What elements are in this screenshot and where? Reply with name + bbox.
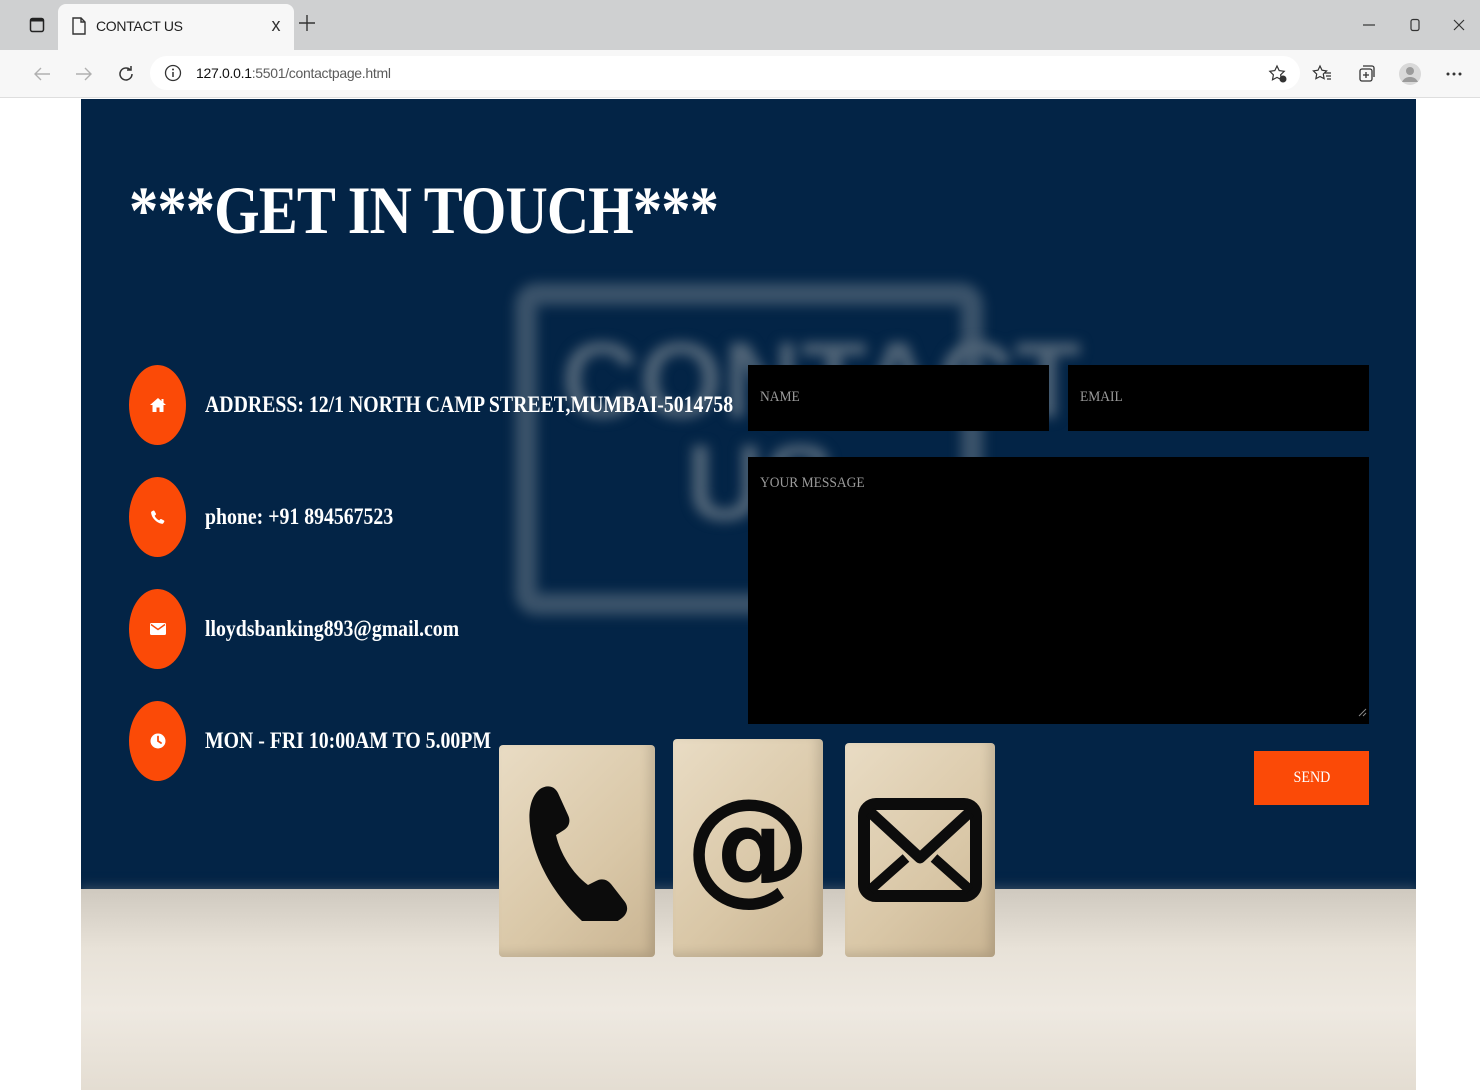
email-placeholder: EMAIL <box>1080 389 1123 405</box>
refresh-icon[interactable] <box>110 58 142 90</box>
new-tab-icon[interactable] <box>294 10 320 36</box>
message-textarea[interactable]: YOUR MESSAGE <box>748 457 1369 724</box>
close-window-icon[interactable] <box>1442 8 1476 42</box>
page-icon <box>72 17 86 40</box>
send-button-label: SEND <box>1293 769 1330 786</box>
contact-page: CONTACT US @ ***GET IN TOUCH*** ADDRESS:… <box>81 99 1416 1090</box>
mail-cube <box>845 743 995 957</box>
browser-tab-bar: CONTACT US x <box>0 0 1480 50</box>
resize-handle-icon[interactable] <box>1357 704 1367 722</box>
tab-title: CONTACT US <box>96 18 183 34</box>
phone-row: phone: +91 894567523 <box>129 477 529 557</box>
url-host: 127.0.0.1 <box>196 65 252 81</box>
clock-icon-circle <box>129 701 186 781</box>
tab-close-icon[interactable]: x <box>264 13 288 37</box>
cube-mail-icon <box>858 798 982 902</box>
send-button[interactable]: SEND <box>1254 751 1369 805</box>
url-text: 127.0.0.1:5501/contactpage.html <box>196 65 391 81</box>
collections-icon[interactable] <box>1350 58 1382 90</box>
favorites-icon[interactable] <box>1306 58 1338 90</box>
address-bar: 127.0.0.1:5501/contactpage.html <box>0 50 1480 98</box>
home-icon <box>149 398 166 412</box>
name-placeholder: NAME <box>760 389 800 405</box>
info-icon[interactable] <box>164 64 182 87</box>
phone-text: phone: +91 894567523 <box>205 504 394 529</box>
forward-icon[interactable] <box>68 58 100 90</box>
hours-text: MON - FRI 10:00AM TO 5.00PM <box>205 728 492 753</box>
address-row: ADDRESS: 12/1 NORTH CAMP STREET,MUMBAI-5… <box>129 365 749 445</box>
profile-avatar-icon[interactable] <box>1394 58 1426 90</box>
browser-tab[interactable]: CONTACT US x <box>58 4 294 50</box>
message-placeholder: YOUR MESSAGE <box>760 475 865 491</box>
home-icon-circle <box>129 365 186 445</box>
restore-icon[interactable] <box>1398 8 1432 42</box>
more-options-icon[interactable] <box>1438 58 1470 90</box>
back-icon[interactable] <box>26 58 58 90</box>
email-input[interactable]: EMAIL <box>1068 365 1369 431</box>
envelope-icon <box>149 623 166 635</box>
url-path: :5501/contactpage.html <box>251 65 391 81</box>
page-title: ***GET IN TOUCH*** <box>129 172 719 248</box>
hours-row: MON - FRI 10:00AM TO 5.00PM <box>129 701 549 781</box>
at-sign-cube: @ <box>673 739 823 957</box>
email-row: lloydsbanking893@gmail.com <box>129 589 549 669</box>
envelope-icon-circle <box>129 589 186 669</box>
tab-actions-icon[interactable] <box>22 10 52 40</box>
clock-icon <box>150 733 165 749</box>
svg-text:@: @ <box>689 784 807 912</box>
email-text: lloydsbanking893@gmail.com <box>205 616 460 641</box>
add-favorite-icon[interactable] <box>1262 58 1294 90</box>
url-field[interactable]: 127.0.0.1:5501/contactpage.html <box>150 56 1300 90</box>
minimize-icon[interactable] <box>1352 8 1386 42</box>
phone-icon <box>150 510 164 524</box>
cube-phone-icon <box>529 786 628 921</box>
cube-at-icon: @ <box>689 784 807 912</box>
phone-icon-circle <box>129 477 186 557</box>
name-input[interactable]: NAME <box>748 365 1049 431</box>
address-text: ADDRESS: 12/1 NORTH CAMP STREET,MUMBAI-5… <box>205 392 734 417</box>
